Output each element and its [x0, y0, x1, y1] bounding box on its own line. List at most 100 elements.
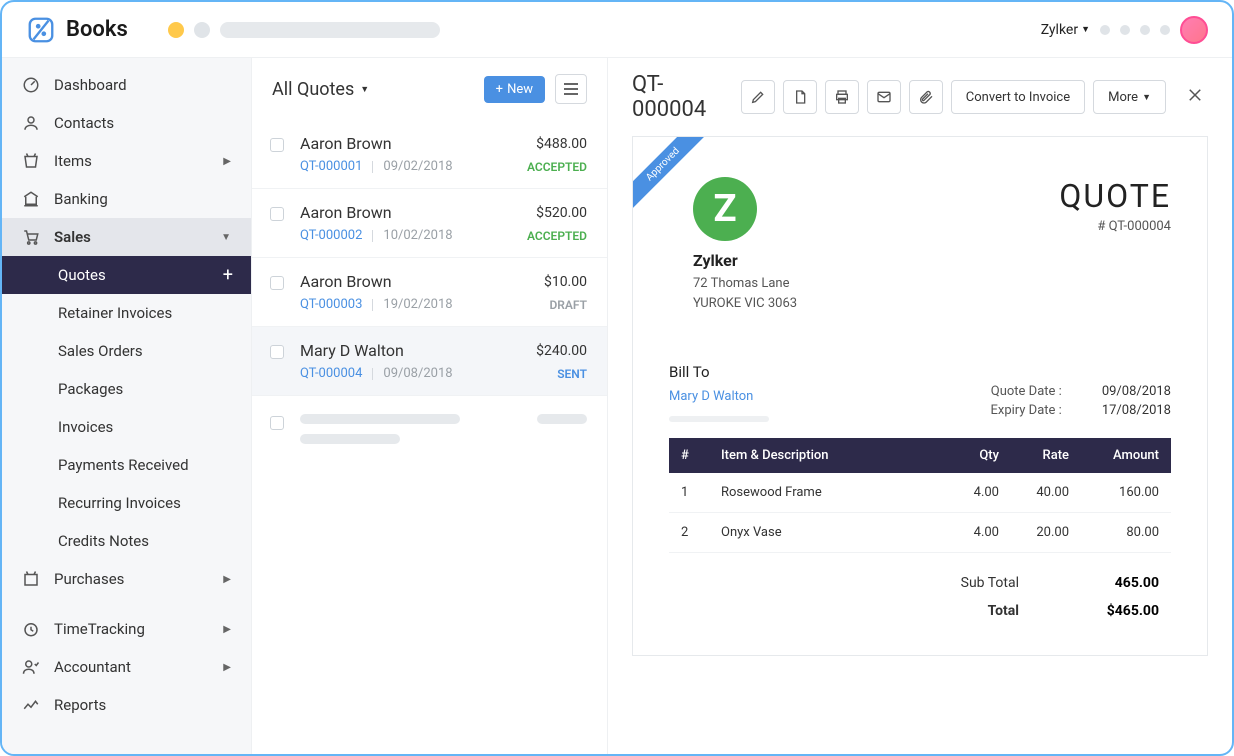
sidebar-item-contacts[interactable]: Contacts [2, 104, 251, 142]
list-row[interactable]: Aaron Brown$488.00 QT-00000109/02/2018AC… [252, 120, 607, 189]
chevron-right-icon: ▶ [223, 662, 231, 673]
list-menu-button[interactable] [555, 74, 587, 104]
close-icon [1186, 86, 1204, 104]
chevron-right-icon: ▶ [223, 574, 231, 585]
list-row[interactable]: Mary D Walton$240.00 QT-00000409/08/2018… [252, 327, 607, 396]
convert-button[interactable]: Convert to Invoice [951, 80, 1085, 114]
sidebar-item-reports[interactable]: Reports [2, 686, 251, 724]
col-item: Item & Description [709, 438, 951, 473]
totals-block: Sub Total465.00 Total$465.00 [669, 569, 1171, 625]
list-filter-dropdown[interactable]: All Quotes ▼ [272, 79, 369, 100]
sidebar-item-dashboard[interactable]: Dashboard [2, 66, 251, 104]
checkbox[interactable] [270, 207, 284, 221]
cell-amount: 80.00 [1081, 513, 1171, 553]
sidebar-subitem-quotes[interactable]: Quotes+ [2, 256, 251, 294]
company-address-2: YUROKE VIC 3063 [693, 294, 797, 314]
sidebar-subitem-credits[interactable]: Credits Notes [2, 522, 251, 560]
new-button[interactable]: + New [484, 76, 545, 103]
customer-name: Mary D Walton [300, 341, 404, 360]
plus-icon[interactable]: + [223, 265, 233, 286]
col-amount: Amount [1081, 438, 1171, 473]
doc-number: # QT-000004 [1059, 219, 1171, 234]
plus-icon: + [496, 82, 503, 97]
skeleton-line [669, 416, 769, 422]
status-badge: ACCEPTED [527, 229, 587, 243]
caret-down-icon: ▼ [360, 84, 369, 95]
bill-section: Bill To Mary D Walton Quote Date :09/08/… [669, 363, 1171, 422]
print-button[interactable] [825, 80, 859, 114]
quote-list: Aaron Brown$488.00 QT-00000109/02/2018AC… [252, 120, 607, 754]
checkbox[interactable] [270, 138, 284, 152]
paperclip-icon [918, 89, 934, 105]
subtotal-value: 465.00 [1079, 575, 1159, 591]
checkbox[interactable] [270, 276, 284, 290]
close-button[interactable] [1182, 81, 1208, 113]
row-amount: $240.00 [536, 343, 587, 359]
list-header: All Quotes ▼ + New [252, 58, 607, 120]
expiry-date-label: Expiry Date : [990, 403, 1061, 418]
sidebar-subitem-retainer[interactable]: Retainer Invoices [2, 294, 251, 332]
subtotal-label: Sub Total [961, 575, 1019, 591]
company-address-1: 72 Thomas Lane [693, 274, 797, 294]
sidebar-subitem-sales-orders[interactable]: Sales Orders [2, 332, 251, 370]
table-row: 1Rosewood Frame4.0040.00160.00 [669, 473, 1171, 513]
quote-date-value: 09/08/2018 [1102, 384, 1171, 399]
reports-icon [22, 696, 40, 714]
status-badge: DRAFT [549, 298, 587, 312]
detail-title: QT-000004 [632, 72, 733, 122]
list-row[interactable]: Aaron Brown$520.00 QT-00000210/02/2018AC… [252, 189, 607, 258]
email-button[interactable] [867, 80, 901, 114]
quote-number: QT-000001 [300, 159, 362, 174]
row-amount: $488.00 [536, 136, 587, 152]
sidebar-item-sales[interactable]: Sales▼ [2, 218, 251, 256]
sidebar-item-items[interactable]: Items▶ [2, 142, 251, 180]
row-amount: $520.00 [536, 205, 587, 221]
topbar: Books Zylker ▼ [2, 2, 1232, 58]
cell-qty: 4.00 [951, 513, 1011, 553]
top-dot [1160, 25, 1170, 35]
sidebar-subitem-recurring[interactable]: Recurring Invoices [2, 484, 251, 522]
sidebar-item-purchases[interactable]: Purchases▶ [2, 560, 251, 598]
document-label: QUOTE # QT-000004 [1059, 177, 1171, 234]
sidebar-item-timetracking[interactable]: TimeTracking▶ [2, 610, 251, 648]
sidebar-subitem-packages[interactable]: Packages [2, 370, 251, 408]
dates-block: Quote Date :09/08/2018 Expiry Date :17/0… [990, 384, 1171, 422]
list-panel: All Quotes ▼ + New Aaron Brown $488.00 QT… [252, 58, 608, 754]
status-ribbon: Approved [633, 137, 713, 217]
attach-button[interactable] [909, 80, 943, 114]
more-button[interactable]: More ▼ [1093, 80, 1166, 114]
bill-to-name[interactable]: Mary D Walton [669, 389, 769, 404]
table-row: 2Onyx Vase4.0020.0080.00 [669, 513, 1171, 553]
edit-button[interactable] [741, 80, 775, 114]
books-icon [26, 15, 56, 45]
banking-icon [22, 190, 40, 208]
app-window: Books Zylker ▼ Dashboard Contacts Items▶… [0, 0, 1234, 756]
quote-number: QT-000002 [300, 228, 362, 243]
window-dot-yellow [168, 22, 184, 38]
contacts-icon [22, 114, 40, 132]
checkbox [270, 416, 284, 430]
sidebar-item-banking[interactable]: Banking [2, 180, 251, 218]
quote-date: 09/08/2018 [383, 366, 452, 381]
list-row[interactable]: Aaron Brown$10.00 QT-00000319/02/2018DRA… [252, 258, 607, 327]
pdf-button[interactable] [783, 80, 817, 114]
total-value: $465.00 [1079, 603, 1159, 619]
chevron-right-icon: ▶ [223, 624, 231, 635]
checkbox[interactable] [270, 345, 284, 359]
sidebar-subitem-payments[interactable]: Payments Received [2, 446, 251, 484]
avatar[interactable] [1180, 16, 1208, 44]
customer-name: Aaron Brown [300, 203, 392, 222]
col-rate: Rate [1011, 438, 1081, 473]
expiry-date-value: 17/08/2018 [1102, 403, 1171, 418]
caret-down-icon: ▼ [1081, 24, 1090, 35]
top-dot [1100, 25, 1110, 35]
sidebar-subitem-invoices[interactable]: Invoices [2, 408, 251, 446]
mail-icon [876, 89, 892, 105]
skeleton-row [252, 396, 607, 472]
account-switcher[interactable]: Zylker ▼ [1041, 22, 1090, 38]
app-logo[interactable]: Books [26, 15, 128, 45]
status-badge: ACCEPTED [527, 160, 587, 174]
customer-name: Aaron Brown [300, 134, 392, 153]
sidebar-item-accountant[interactable]: Accountant▶ [2, 648, 251, 686]
bill-to-label: Bill To [669, 363, 769, 381]
